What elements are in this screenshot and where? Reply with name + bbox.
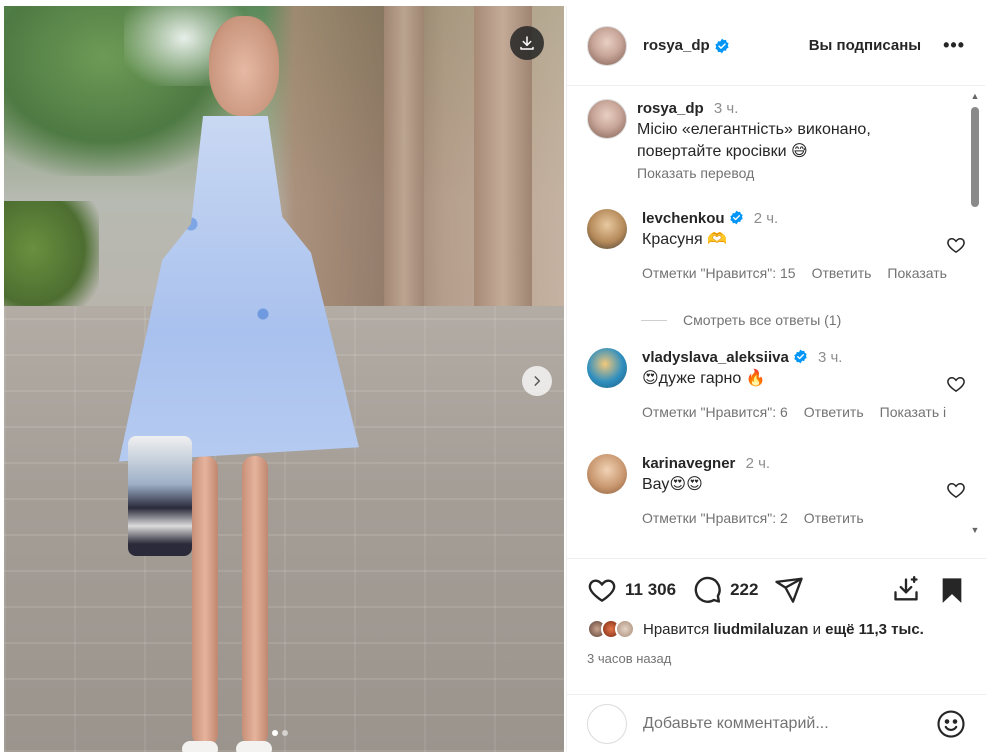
carousel-dot: [282, 730, 288, 736]
caption-text-line-2: повертайте кросівки 😅: [637, 143, 808, 160]
following-button[interactable]: Вы подписаны: [809, 37, 921, 54]
like-button[interactable]: 11 306: [587, 575, 676, 605]
save-icon[interactable]: [938, 576, 966, 604]
show-translation-button[interactable]: Показать: [887, 265, 947, 281]
likers-avatars: [587, 619, 635, 639]
photo-hedge: [4, 201, 99, 321]
photo-shoe: [236, 741, 272, 752]
comment-likes-count[interactable]: Отметки "Нравится": 15: [642, 265, 796, 281]
caption-text-line-1: Місію «елегантність» виконано,: [637, 121, 871, 138]
photo-shoe: [182, 741, 218, 752]
comment-body: levchenkou 2 ч. Красуня 🫶 Отметки "Нрави…: [642, 209, 947, 281]
verified-icon: [729, 210, 743, 225]
emoji-icon[interactable]: [936, 709, 966, 739]
scroll-up-arrow[interactable]: ▲: [970, 91, 980, 101]
comment-time[interactable]: 2 ч.: [746, 455, 771, 472]
photo-person: [114, 16, 384, 752]
current-user-avatar: [587, 703, 627, 744]
photo-handbag: [128, 436, 192, 556]
add-comment-bar: [567, 694, 986, 752]
comment-count[interactable]: 222: [730, 580, 758, 600]
comment-meta: Отметки "Нравится": 2 Ответить: [642, 510, 936, 526]
download-to-collection-icon[interactable]: [892, 576, 920, 604]
post-timestamp[interactable]: 3 часов назад: [587, 651, 966, 666]
comments-list[interactable]: rosya_dp 3 ч. Місію «елегантність» викон…: [567, 87, 986, 557]
comment-username[interactable]: levchenkou: [642, 210, 725, 227]
likes-prefix: Нравится: [643, 620, 710, 638]
author-avatar[interactable]: [587, 25, 627, 66]
comment-username[interactable]: karinavegner: [642, 455, 735, 472]
post-photo[interactable]: [4, 6, 564, 752]
comment-avatar[interactable]: [587, 209, 627, 249]
view-all-replies-label: Смотреть все ответы (1): [683, 312, 842, 328]
comment-likes-count[interactable]: Отметки "Нравится": 2: [642, 510, 788, 526]
likes-others-count[interactable]: ещё 11,3 тыс.: [825, 621, 924, 638]
comment-body: vladyslava_aleksiiva 3 ч. 😍дуже гарно 🔥 …: [642, 348, 946, 420]
comment-avatar[interactable]: [587, 454, 627, 494]
comment-username[interactable]: vladyslava_aleksiiva: [642, 349, 789, 366]
reply-button[interactable]: Ответить: [812, 265, 872, 281]
heart-icon[interactable]: [946, 480, 966, 500]
comment-meta: Отметки "Нравится": 6 Ответить Показать і: [642, 404, 946, 420]
post-header: rosya_dp Вы подписаны •••: [567, 6, 985, 86]
show-translation-button[interactable]: Показать і: [880, 404, 947, 420]
scroll-down-arrow[interactable]: ▼: [970, 525, 980, 535]
comment-button[interactable]: 222: [692, 575, 758, 605]
comment-text: Красуня 🫶: [642, 231, 727, 248]
share-icon: [775, 577, 804, 603]
carousel-next-button[interactable]: [522, 366, 552, 396]
verified-icon: [715, 38, 729, 53]
like-count[interactable]: 11 306: [625, 580, 676, 600]
comment-text: Вау😍😍: [642, 476, 703, 493]
caption-time[interactable]: 3 ч.: [714, 100, 739, 117]
liker-avatar: [615, 619, 635, 639]
reply-button[interactable]: Ответить: [804, 510, 864, 526]
photo-person-leg: [192, 456, 218, 746]
photo-person-dress: [119, 116, 359, 462]
comment-input[interactable]: [643, 714, 936, 733]
liker-username[interactable]: liudmilaluzan: [713, 621, 808, 638]
show-translation-link[interactable]: Показать перевод: [637, 165, 936, 181]
reply-button[interactable]: Ответить: [804, 404, 864, 420]
comment-text: 😍дуже гарно 🔥: [642, 370, 766, 387]
post-actions: 11 306 222 Нравится liudmilaluzan и ещё …: [567, 558, 986, 666]
chevron-right-icon: [534, 376, 541, 386]
heart-icon[interactable]: [946, 374, 966, 394]
heart-icon[interactable]: [946, 235, 966, 255]
scrollbar-thumb[interactable]: [971, 107, 979, 207]
caption-avatar[interactable]: [587, 99, 627, 139]
carousel-dots: [272, 730, 288, 736]
carousel-dot-active: [272, 730, 278, 736]
comments-vertical-scrollbar[interactable]: ▲ ▼: [970, 91, 980, 535]
comment-time[interactable]: 3 ч.: [818, 349, 843, 366]
photo-person-head: [209, 16, 279, 116]
download-icon: [520, 36, 534, 50]
heart-icon: [588, 579, 616, 603]
caption-body: rosya_dp 3 ч. Місію «елегантність» викон…: [637, 99, 936, 181]
author-username[interactable]: rosya_dp: [643, 37, 710, 54]
comment-avatar[interactable]: [587, 348, 627, 388]
photo-person-leg: [242, 456, 268, 746]
comment-time[interactable]: 2 ч.: [754, 210, 779, 227]
comment-body: karinavegner 2 ч. Вау😍😍 Отметки "Нравитс…: [642, 454, 936, 526]
post-details-panel: rosya_dp Вы подписаны ••• rosya_dp 3 ч. …: [566, 6, 986, 752]
more-options-icon[interactable]: •••: [943, 35, 965, 56]
likes-conjunction: и: [812, 620, 821, 638]
comment-meta: Отметки "Нравится": 15 Ответить Показать: [642, 265, 947, 281]
comment-likes-count[interactable]: Отметки "Нравится": 6: [642, 404, 788, 420]
share-button[interactable]: [774, 575, 804, 605]
caption-username[interactable]: rosya_dp: [637, 100, 704, 117]
view-all-replies-button[interactable]: Смотреть все ответы (1): [641, 312, 841, 328]
comment-icon: [694, 576, 721, 603]
verified-icon: [794, 349, 807, 364]
download-button[interactable]: [510, 26, 544, 60]
likes-summary[interactable]: Нравится liudmilaluzan и ещё 11,3 тыс.: [587, 619, 966, 639]
